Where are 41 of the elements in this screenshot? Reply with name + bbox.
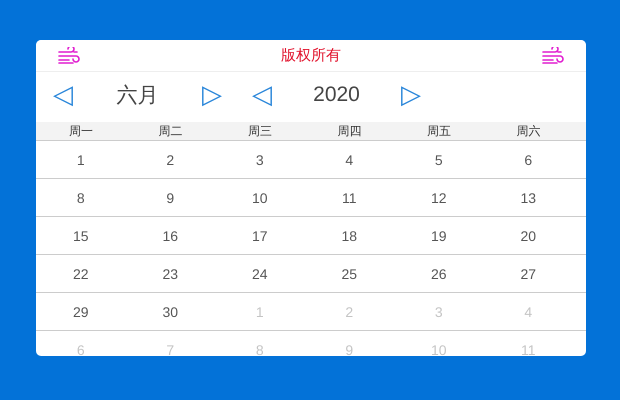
previous-year-button[interactable]: ◁ xyxy=(249,80,275,110)
wind-icon xyxy=(542,46,564,64)
day-number[interactable]: 30 xyxy=(162,304,178,320)
day-number[interactable]: 9 xyxy=(166,190,174,206)
wind-icon xyxy=(58,46,80,64)
day-number[interactable]: 15 xyxy=(72,228,89,244)
day-number[interactable]: 23 xyxy=(162,266,178,282)
next-year-button[interactable]: ▷ xyxy=(398,80,424,110)
day-number[interactable]: 16 xyxy=(162,228,178,244)
weekday-label: 周六 xyxy=(516,122,540,140)
day-number[interactable]: 25 xyxy=(341,266,358,282)
day-number[interactable]: 18 xyxy=(341,228,358,244)
day-number[interactable]: 4 xyxy=(345,152,354,168)
weekday-label: 周四 xyxy=(337,122,362,140)
day-number[interactable]: 10 xyxy=(252,190,268,206)
day-number[interactable]: 24 xyxy=(252,266,268,282)
month-label: 六月 xyxy=(116,83,160,109)
day-number[interactable]: 1 xyxy=(76,152,85,168)
day-number[interactable]: 13 xyxy=(520,190,536,206)
day-number[interactable]: 11 xyxy=(342,190,357,206)
weekday-label: 周三 xyxy=(248,122,272,140)
day-number[interactable]: 6 xyxy=(524,152,532,168)
day-number[interactable]: 27 xyxy=(520,266,536,282)
day-number[interactable]: 19 xyxy=(430,228,447,244)
day-number[interactable]: 20 xyxy=(520,228,536,244)
day-number[interactable]: 29 xyxy=(72,304,89,320)
day-number[interactable]: 17 xyxy=(252,228,268,244)
previous-month-button[interactable]: ◁ xyxy=(50,80,76,110)
day-number[interactable]: 2 xyxy=(166,152,174,168)
year-label: 2020 xyxy=(312,83,361,107)
weekday-label: 周一 xyxy=(68,122,93,140)
next-month-button[interactable]: ▷ xyxy=(199,80,225,110)
day-number[interactable]: 12 xyxy=(430,190,447,206)
day-number[interactable]: 26 xyxy=(430,266,447,282)
day-number[interactable]: 3 xyxy=(256,152,264,168)
weekday-label: 周二 xyxy=(158,122,182,140)
day-number[interactable]: 5 xyxy=(434,152,443,168)
day-number[interactable]: 22 xyxy=(72,266,89,282)
day-number[interactable]: 8 xyxy=(76,190,85,206)
copyright-title: 版权所有 xyxy=(281,46,341,65)
weekday-label: 周五 xyxy=(426,122,451,140)
